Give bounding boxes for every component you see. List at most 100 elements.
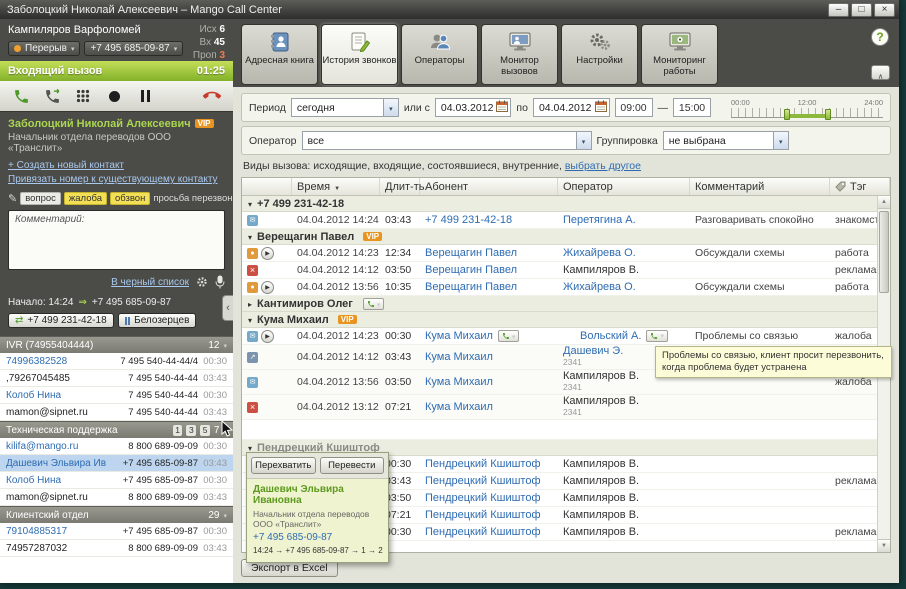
microphone-icon[interactable] — [215, 275, 225, 292]
call-actions-menu[interactable] — [362, 297, 385, 310]
calendar-icon[interactable] — [594, 100, 607, 115]
call-row[interactable]: 04.04.2012 14:12 03:50 Верещагин Павел К… — [242, 262, 890, 279]
dropdown-button[interactable] — [772, 132, 788, 149]
tab-settings[interactable]: Настройки — [561, 24, 638, 85]
queue-call-row[interactable]: Колоб Нина +7 495 685-09-87 00:30 — [0, 472, 233, 489]
abonent-link[interactable]: Пендрецкий Кшиштоф — [425, 509, 541, 521]
tab-call-history[interactable]: История звонков — [321, 24, 398, 85]
call-comment[interactable]: Разговаривать спокойно — [690, 214, 830, 226]
play-record-button[interactable] — [261, 280, 274, 294]
slider-handle-start[interactable] — [784, 109, 791, 120]
call-row[interactable]: 04.04.2012 14:23 00:30 Кума Михаил Вольс… — [242, 328, 890, 345]
call-row[interactable]: 04.04.2012 14:23 12:34 Верещагин Павел Ж… — [242, 245, 890, 262]
transfer-call-button[interactable] — [42, 86, 62, 106]
edit-tags-icon[interactable] — [8, 192, 17, 205]
dropdown-button[interactable] — [382, 99, 398, 116]
intercept-button[interactable]: Перехватить — [251, 457, 316, 474]
blacklist-link[interactable]: В черный список — [111, 277, 189, 288]
abonent-link[interactable]: Верещагин Павел — [425, 281, 517, 293]
call-group-row[interactable]: +7 499 231-42-18 — [242, 196, 890, 212]
operator-link[interactable]: Жихайрева О. — [563, 248, 685, 259]
held-call-name-chip[interactable]: Белозерцев — [117, 313, 197, 328]
answer-call-button[interactable] — [11, 86, 31, 106]
call-row[interactable]: 04.04.2012 13:56 10:35 Верещагин Павел Ж… — [242, 279, 890, 296]
held-call-number-chip[interactable]: +7 499 231-42-18 — [8, 313, 114, 328]
call-comment[interactable]: Проблемы со связью — [690, 330, 830, 342]
collapse-expander-icon[interactable] — [248, 231, 252, 243]
abonent-link[interactable]: Верещагин Павел — [425, 264, 517, 276]
tab-call-monitor[interactable]: Монитор вызовов — [481, 24, 558, 85]
toolbar-collapse-button[interactable] — [871, 65, 890, 80]
time-to-field[interactable]: 15:00 — [673, 98, 712, 117]
help-button[interactable]: ? — [871, 28, 889, 46]
agent-status-dropdown[interactable]: Перерыв — [8, 41, 81, 56]
sidebar-collapse-button[interactable] — [222, 295, 233, 321]
abonent-link[interactable]: Кума Михаил — [425, 401, 493, 413]
hangup-button[interactable] — [202, 86, 222, 106]
scroll-down-button[interactable] — [878, 539, 890, 552]
queue-call-row[interactable]: kilifa@mango.ru 8 800 689-09-09 00:30 — [0, 438, 233, 455]
abonent-link[interactable]: +7 499 231-42-18 — [425, 214, 512, 226]
call-comment[interactable]: Обсуждали схемы — [690, 281, 830, 293]
calendar-icon[interactable] — [496, 100, 509, 115]
column-abonent[interactable]: Абонент — [420, 178, 558, 195]
popup-caller-phone[interactable]: +7 495 685-09-87 — [253, 532, 382, 543]
comment-input[interactable]: Комментарий: — [8, 210, 225, 270]
column-tag[interactable]: Тэг — [830, 178, 890, 195]
call-row[interactable]: 04.04.2012 13:12 07:21 Кума Михаил Кампи… — [242, 395, 890, 420]
tag-pill[interactable]: жалоба — [63, 192, 107, 205]
slider-handle-end[interactable] — [825, 109, 832, 120]
abonent-link[interactable]: Пендрецкий Кшиштоф — [425, 526, 541, 538]
abonent-link[interactable]: Верещагин Павел — [425, 247, 517, 259]
play-record-button[interactable] — [261, 329, 274, 343]
tab-operators[interactable]: Операторы — [401, 24, 478, 85]
abonent-link[interactable]: Пендрецкий Кшиштоф — [425, 475, 541, 487]
operator-link[interactable]: Жихайрева О. — [563, 282, 685, 293]
dial-keypad-button[interactable] — [73, 86, 93, 106]
column-duration[interactable]: Длит-ть — [380, 178, 424, 195]
collapse-expander-icon[interactable] — [248, 314, 252, 326]
tab-address-book[interactable]: Адресная книга — [241, 24, 318, 85]
queue-call-row[interactable]: ,79267045485 7 495 540-44-44 03:43 — [0, 370, 233, 387]
call-group-row[interactable]: Кантимиров Олег — [242, 296, 890, 312]
queue-header[interactable]: Техническая поддержка 1 3 5 7 — [0, 421, 233, 438]
operator-select[interactable]: все — [301, 131, 592, 150]
column-comment[interactable]: Комментарий — [690, 178, 830, 195]
create-contact-link[interactable]: + Создать новый контакт — [8, 160, 124, 171]
call-comment[interactable]: Обсуждали схемы — [690, 247, 830, 259]
time-range-slider[interactable]: 00:00 12:00 24:00 — [731, 97, 883, 120]
scroll-up-button[interactable] — [878, 196, 890, 209]
abonent-link[interactable]: Кума Михаил — [425, 376, 493, 388]
hold-call-button[interactable] — [135, 86, 155, 106]
transfer-button[interactable]: Перевести — [319, 457, 384, 474]
queue-call-row[interactable]: 79104885317 +7 495 685-09-87 00:30 — [0, 523, 233, 540]
date-to-field[interactable]: 04.04.2012 — [532, 98, 610, 117]
close-button[interactable] — [874, 2, 895, 17]
call-actions-menu[interactable] — [497, 330, 520, 342]
call-group-row[interactable]: Верещагин Павел VIP — [242, 229, 890, 245]
column-time[interactable]: Время — [292, 178, 380, 195]
attach-number-link[interactable]: Привязать номер к существующему контакту — [8, 174, 218, 185]
abonent-link[interactable]: Кума Михаил — [425, 330, 493, 342]
abonent-link[interactable]: Пендрецкий Кшиштоф — [425, 492, 541, 504]
period-select[interactable]: сегодня — [290, 98, 399, 117]
queue-header[interactable]: Клиентский отдел 29 — [0, 506, 233, 523]
play-record-button[interactable] — [261, 246, 274, 260]
queue-call-row[interactable]: 74957287032 8 800 689-09-09 03:43 — [0, 540, 233, 557]
call-actions-menu[interactable] — [646, 330, 668, 342]
scrollbar-thumb[interactable] — [879, 211, 889, 293]
operator-link[interactable]: Перетягина А. — [563, 215, 685, 226]
queue-call-row[interactable]: Колоб Нина 7 495 540-44-44 00:30 — [0, 387, 233, 404]
queue-call-row[interactable]: mamon@sipnet.ru 8 800 689-09-09 03:43 — [0, 489, 233, 506]
call-group-row[interactable]: Кума Михаил VIP — [242, 312, 890, 328]
queue-header[interactable]: IVR (74955404444) 12 — [0, 336, 233, 353]
tag-pill[interactable]: обзвон — [110, 192, 151, 205]
agent-phone-dropdown[interactable]: +7 495 685-09-87 — [84, 41, 184, 56]
operator-link[interactable]: Вольский А. — [580, 330, 641, 342]
queue-call-row[interactable]: 74996382528 7 495 540-44-44/4 00:30 — [0, 353, 233, 370]
time-from-field[interactable]: 09:00 — [614, 98, 653, 117]
queue-call-row[interactable]: mamon@sipnet.ru 7 495 540-44-44 03:43 — [0, 404, 233, 421]
column-operator[interactable]: Оператор — [558, 178, 690, 195]
record-call-button[interactable] — [104, 86, 124, 106]
maximize-button[interactable] — [851, 2, 872, 17]
